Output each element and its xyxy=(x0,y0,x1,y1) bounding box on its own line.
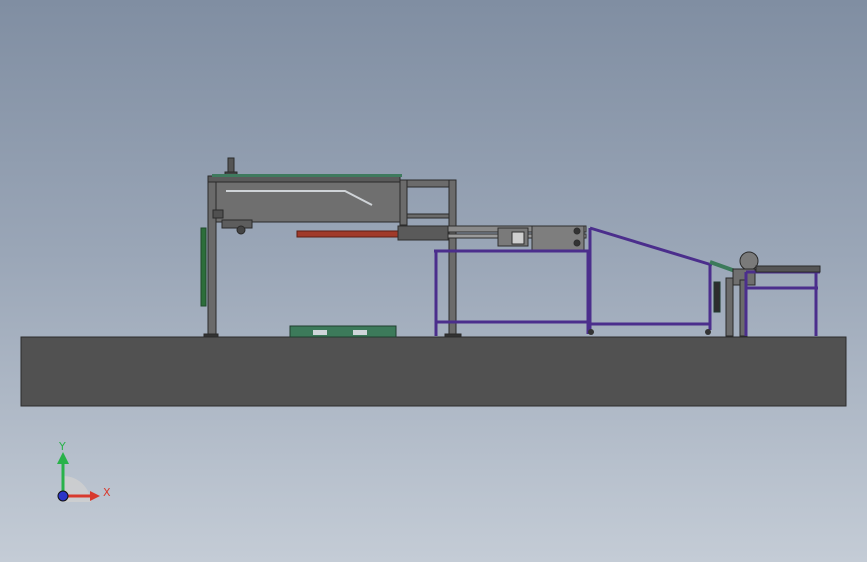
x-axis-arrow-icon xyxy=(90,491,100,501)
hood-machine xyxy=(200,157,404,338)
base-panel xyxy=(289,325,397,338)
floor-slab xyxy=(20,336,847,407)
table-wheel xyxy=(588,329,594,335)
machine-model[interactable] xyxy=(0,0,867,562)
y-axis-arrow-icon xyxy=(57,452,69,464)
conveyor-mechanism xyxy=(397,225,587,251)
red-transfer-bar xyxy=(296,230,400,238)
outfeed-table xyxy=(744,270,820,336)
z-axis-dot-icon xyxy=(57,490,69,502)
axis-triad[interactable]: Y X xyxy=(44,440,124,510)
gantry-frame xyxy=(399,179,462,338)
table-wheel xyxy=(705,329,711,335)
x-axis-label: X xyxy=(103,486,111,499)
outfeed-belt xyxy=(755,265,821,273)
outfeed-stand xyxy=(725,251,759,337)
y-axis-label: Y xyxy=(58,440,66,453)
cad-viewport[interactable]: Y X xyxy=(0,0,867,562)
